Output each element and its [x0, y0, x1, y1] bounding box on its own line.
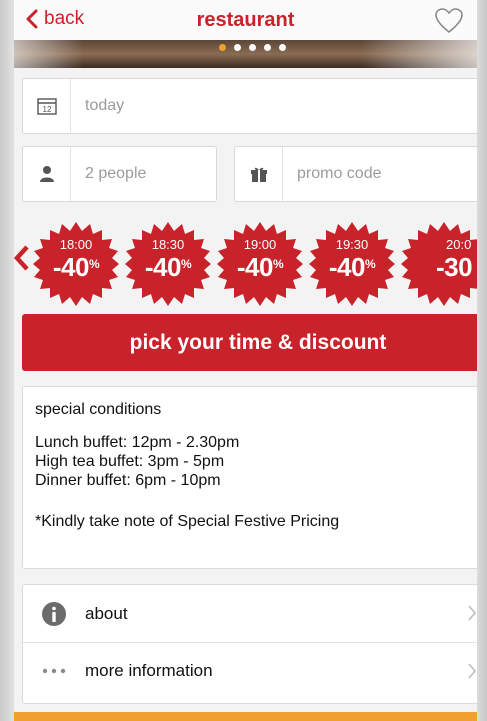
- list-item-more-information[interactable]: more information: [23, 642, 477, 699]
- app-screen: back restaurant 12 today 2 people promo …: [14, 0, 477, 721]
- carousel-dot[interactable]: [219, 44, 226, 51]
- date-field[interactable]: 12 today: [22, 78, 477, 134]
- info-icon: [42, 601, 66, 626]
- list-item-label: more information: [85, 661, 213, 680]
- condition-line: High tea buffet: 3pm - 5pm: [35, 453, 225, 470]
- time-slot-badge[interactable]: 19:00 -40%: [216, 220, 304, 308]
- condition-line: Lunch buffet: 12pm - 2.30pm: [35, 434, 240, 451]
- time-slot-badge[interactable]: 18:00 -40%: [32, 220, 120, 308]
- slots-prev-button[interactable]: [14, 244, 30, 277]
- people-value: 2 people: [85, 165, 147, 182]
- slot-discount: -40: [52, 252, 90, 282]
- percent-sign: %: [364, 257, 376, 271]
- percent-sign: %: [88, 257, 100, 271]
- slot-time: 19:30: [335, 237, 369, 252]
- slot-time: 18:00: [59, 237, 93, 252]
- time-slot-badge[interactable]: 19:30 -40%: [308, 220, 396, 308]
- date-value: today: [85, 97, 125, 114]
- time-slot-carousel: 18:00 -40% 18:30 -40% 19:00 -40% 19:30 -…: [14, 220, 477, 306]
- promo-code-field[interactable]: promo code: [234, 146, 477, 202]
- slot-discount: -40: [144, 252, 182, 282]
- people-field[interactable]: 2 people: [22, 146, 217, 202]
- carousel-dot[interactable]: [264, 44, 271, 51]
- favorite-button[interactable]: [435, 8, 463, 39]
- festive-pricing-note: *Kindly take note of Special Festive Pri…: [35, 513, 340, 530]
- chevron-right-icon: [468, 605, 477, 621]
- time-slot-badge[interactable]: 18:30 -40%: [124, 220, 212, 308]
- calendar-icon: 12: [36, 98, 57, 115]
- bottom-bar[interactable]: [14, 712, 477, 721]
- device-frame-left: [0, 0, 14, 721]
- percent-sign: %: [272, 257, 284, 271]
- calendar-day: 12: [42, 105, 51, 114]
- promo-code-placeholder: promo code: [297, 165, 382, 182]
- list-item-label: about: [85, 603, 128, 623]
- slot-time: 18:30: [151, 237, 185, 252]
- percent-sign: %: [180, 257, 192, 271]
- conditions-title: special conditions: [35, 401, 162, 418]
- info-list: about more information: [22, 584, 477, 704]
- time-slot-badge[interactable]: 20:0 -30: [400, 220, 477, 308]
- person-icon: [39, 166, 54, 182]
- slot-discount: -40: [328, 252, 366, 282]
- device-frame-right: [477, 0, 487, 721]
- chevron-right-icon: [468, 663, 477, 679]
- ellipsis-icon: [42, 668, 66, 674]
- hero-image-strip[interactable]: [14, 40, 477, 68]
- slot-discount: -30: [436, 252, 473, 282]
- carousel-dot[interactable]: [234, 44, 241, 51]
- page-title: restaurant: [196, 9, 295, 31]
- slot-discount: -40: [236, 252, 274, 282]
- carousel-dot[interactable]: [249, 44, 256, 51]
- list-item-about[interactable]: about: [23, 585, 477, 642]
- carousel-dots: [219, 44, 286, 51]
- chevron-left-icon: [14, 245, 29, 271]
- carousel-dot[interactable]: [279, 44, 286, 51]
- slot-time: 19:00: [243, 237, 277, 252]
- heart-icon: [435, 8, 463, 34]
- special-conditions-card: special conditions Lunch buffet: 12pm - …: [22, 386, 477, 569]
- gift-icon: [250, 167, 267, 182]
- condition-line: Dinner buffet: 6pm - 10pm: [35, 472, 221, 489]
- slot-time: 20:0: [446, 237, 472, 252]
- pick-time-discount-button[interactable]: pick your time & discount: [22, 314, 477, 371]
